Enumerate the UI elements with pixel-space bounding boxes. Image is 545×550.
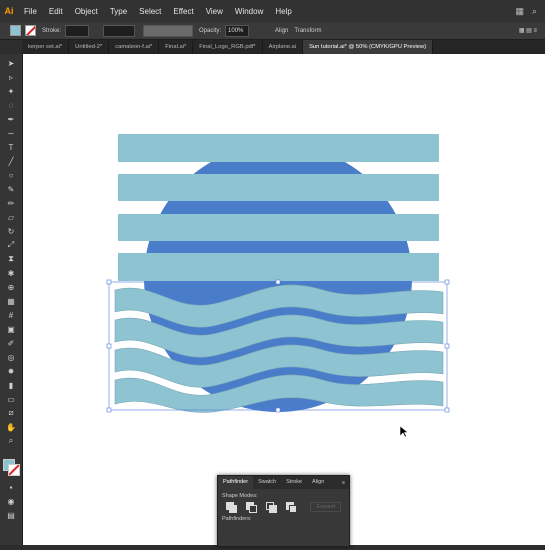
wave-group[interactable] <box>114 284 444 413</box>
stripe-3 <box>118 214 439 241</box>
selection-handle[interactable] <box>106 279 112 285</box>
tab-untitled-2[interactable]: Untitled-2* <box>69 40 110 54</box>
opacity-label: Opacity: <box>199 27 222 34</box>
type-tool-icon[interactable]: T <box>6 142 16 152</box>
selection-handle[interactable] <box>106 343 112 349</box>
menu-window[interactable]: Window <box>229 7 269 16</box>
pathfinders-label: Pathfinders: <box>222 516 252 522</box>
intersect-icon[interactable] <box>266 502 277 513</box>
stroke-swatch[interactable] <box>25 25 36 36</box>
zoom-tool-icon[interactable]: ⌕ <box>6 436 16 446</box>
magic-wand-tool-icon[interactable]: ✦ <box>6 86 16 96</box>
curvature-tool-icon[interactable]: ∽ <box>6 128 16 138</box>
menu-select[interactable]: Select <box>133 7 167 16</box>
stroke-label: Stroke: <box>42 27 62 34</box>
arrange-icon[interactable]: ▦ <box>515 6 524 17</box>
scale-tool-icon[interactable]: ⤢ <box>6 240 16 250</box>
tab-align[interactable]: Align <box>307 476 329 489</box>
app-logo: Ai <box>4 6 14 16</box>
menu-edit[interactable]: Edit <box>43 7 69 16</box>
symbol-sprayer-tool-icon[interactable]: ✸ <box>6 366 16 376</box>
menu-view[interactable]: View <box>200 7 229 16</box>
mouse-cursor-icon <box>400 426 409 438</box>
menu-help[interactable]: Help <box>269 7 297 16</box>
stripe-4 <box>118 253 439 281</box>
transform-link[interactable]: Transform <box>294 28 321 34</box>
stripe-1 <box>118 134 439 162</box>
menu-file[interactable]: File <box>18 7 43 16</box>
drawing-mode-icon[interactable]: ◉ <box>6 496 16 506</box>
variable-width-field[interactable] <box>103 24 136 37</box>
tab-sun-tutorial[interactable]: Sun tutorial.ai* @ 50% (CMYK/GPU Preview… <box>303 40 434 54</box>
shape-builder-tool-icon[interactable]: ⊕ <box>6 282 16 292</box>
fill-stroke-widget[interactable] <box>3 459 20 476</box>
pathfinder-panel: Pathfinder Swatch Stroke Align ≡ Shape M… <box>217 475 350 547</box>
selection-handle[interactable] <box>444 279 450 285</box>
menu-effect[interactable]: Effect <box>167 7 199 16</box>
control-bar: Stroke: Opacity: 100% Align Transform ▦ … <box>0 22 545 40</box>
menu-type[interactable]: Type <box>104 7 133 16</box>
artboard-tool-icon[interactable]: ▭ <box>6 394 16 404</box>
direct-selection-tool-icon[interactable]: ▹ <box>6 72 16 82</box>
ellipse-tool-icon[interactable]: ○ <box>6 170 16 180</box>
paintbrush-tool-icon[interactable]: ✎ <box>6 184 16 194</box>
screen-mode-icon[interactable]: ▤ <box>6 510 16 520</box>
unite-icon[interactable] <box>226 502 237 513</box>
color-mode-icon[interactable]: ▪ <box>6 482 16 492</box>
slice-tool-icon[interactable]: ⧄ <box>6 408 16 418</box>
selection-tool-icon[interactable]: ➤ <box>6 58 16 68</box>
pen-tool-icon[interactable]: ✒ <box>6 114 16 124</box>
column-graph-tool-icon[interactable]: ▮ <box>6 380 16 390</box>
tab-airplane[interactable]: Airplane.ai <box>263 40 304 54</box>
tab-swatch[interactable]: Swatch <box>253 476 281 489</box>
perspective-grid-tool-icon[interactable]: ▦ <box>6 296 16 306</box>
search-icon[interactable]: ⌕ <box>532 6 537 17</box>
shape-modes-label: Shape Modes: <box>222 493 258 499</box>
selection-handle[interactable] <box>275 279 281 285</box>
selection-handle[interactable] <box>275 407 281 413</box>
stroke-weight-field[interactable] <box>65 24 90 37</box>
rotate-tool-icon[interactable]: ↻ <box>6 226 16 236</box>
pencil-tool-icon[interactable]: ✏ <box>6 198 16 208</box>
width-tool-icon[interactable]: ⧗ <box>6 254 16 264</box>
tab-camaleon[interactable]: camaleon-f.ai* <box>109 40 160 54</box>
blend-tool-icon[interactable]: ◎ <box>6 352 16 362</box>
control-bar-icons[interactable]: ▦ ▤ ≡ <box>519 27 537 34</box>
tab-pathfinder[interactable]: Pathfinder <box>218 476 254 489</box>
fill-swatch[interactable] <box>10 25 21 36</box>
expand-button[interactable]: Expand <box>310 502 341 512</box>
line-tool-icon[interactable]: ╱ <box>6 156 16 166</box>
menu-bar: Ai File Edit Object Type Select Effect V… <box>0 0 545 22</box>
gradient-tool-icon[interactable]: ▣ <box>6 324 16 334</box>
selection-handle[interactable] <box>444 343 450 349</box>
document-tabs: kerper set.ai* Untitled-2* camaleon-f.ai… <box>22 40 545 54</box>
artboard-canvas[interactable] <box>23 54 545 545</box>
stripe-2 <box>118 174 439 201</box>
puppet-warp-tool-icon[interactable]: ✱ <box>6 268 16 278</box>
stroke-none-box[interactable] <box>8 464 20 476</box>
opacity-field[interactable]: 100% <box>225 24 250 37</box>
mesh-tool-icon[interactable]: # <box>6 310 16 320</box>
selection-handle[interactable] <box>444 407 450 413</box>
tab-final-logo[interactable]: Final_Logo_RGB.pdf* <box>193 40 263 54</box>
menu-object[interactable]: Object <box>69 7 104 16</box>
brush-definition-field[interactable] <box>143 24 194 37</box>
align-link[interactable]: Align <box>275 28 288 34</box>
tab-final[interactable]: Final.ai* <box>159 40 194 54</box>
hand-tool-icon[interactable]: ✋ <box>6 422 16 432</box>
eyedropper-tool-icon[interactable]: ✐ <box>6 338 16 348</box>
selection-handle[interactable] <box>106 407 112 413</box>
artwork <box>106 134 450 413</box>
exclude-icon[interactable] <box>286 502 297 513</box>
panel-menu-icon[interactable]: ≡ <box>342 480 349 486</box>
tools-panel: ➤ ▹ ✦ ◌ ✒ ∽ T ╱ ○ ✎ ✏ ▱ ↻ ⤢ ⧗ ✱ ⊕ ▦ # ▣ … <box>0 54 23 545</box>
lasso-tool-icon[interactable]: ◌ <box>6 100 16 110</box>
minus-front-icon[interactable] <box>246 502 257 513</box>
tab-stroke[interactable]: Stroke <box>281 476 307 489</box>
tab-kerper-set[interactable]: kerper set.ai* <box>22 40 70 54</box>
eraser-tool-icon[interactable]: ▱ <box>6 212 16 222</box>
